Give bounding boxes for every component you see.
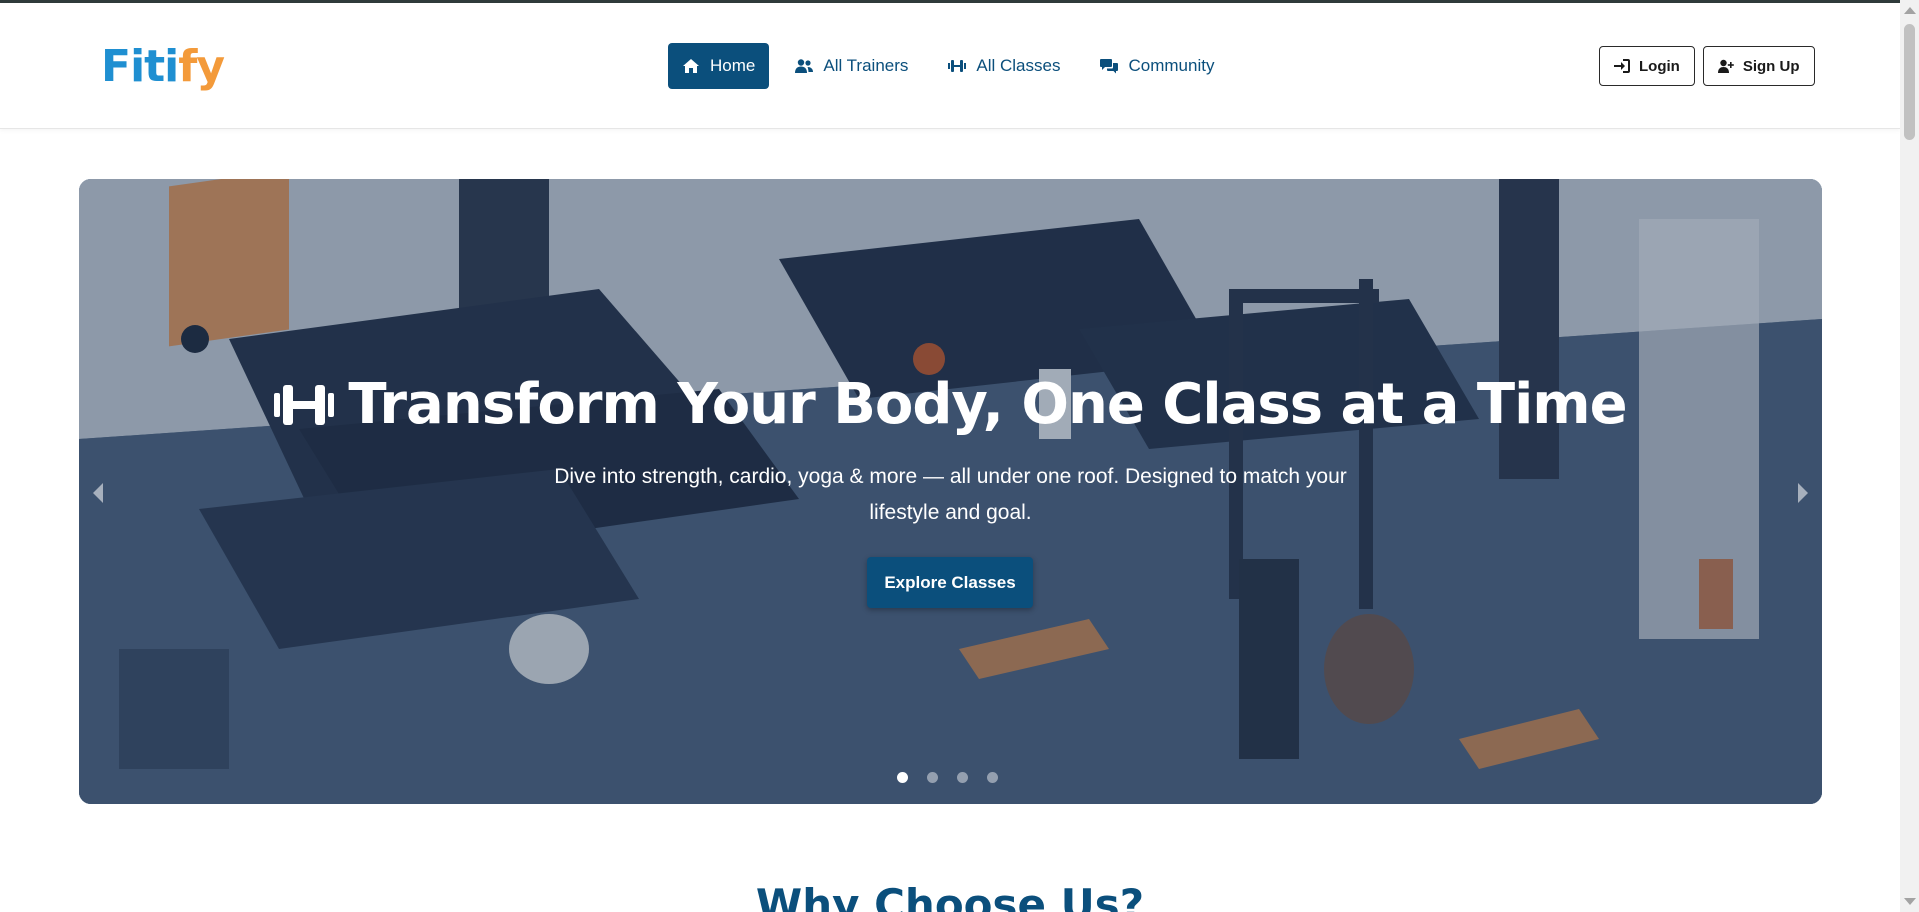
user-plus-icon: [1717, 59, 1734, 73]
scroll-thumb[interactable]: [1904, 24, 1915, 140]
nav-item-community[interactable]: Community: [1086, 43, 1228, 89]
nav-item-home[interactable]: Home: [668, 43, 770, 89]
hero-carousel: Transform Your Body, One Class at a Time…: [79, 179, 1822, 804]
scroll-up-arrow[interactable]: [1904, 7, 1916, 14]
scroll-down-arrow[interactable]: [1904, 898, 1916, 905]
users-icon: [795, 59, 814, 73]
page-scrollbar[interactable]: [1900, 0, 1919, 912]
login-button[interactable]: Login: [1599, 46, 1695, 86]
hero-title: Transform Your Body, One Class at a Time: [79, 372, 1822, 437]
main-nav: Home All Trainers All Classes Community: [668, 43, 1240, 89]
auth-buttons: Login Sign Up: [1599, 46, 1823, 86]
explore-classes-button[interactable]: Explore Classes: [867, 557, 1033, 608]
signup-button[interactable]: Sign Up: [1702, 46, 1815, 86]
carousel-dot-2[interactable]: [927, 772, 938, 783]
carousel-prev-arrow[interactable]: [93, 483, 103, 503]
logo-text: Fitify: [101, 41, 225, 92]
sign-in-icon: [1614, 59, 1630, 73]
dumbbell-icon: [948, 60, 967, 72]
hero-title-text: Transform Your Body, One Class at a Time: [348, 372, 1627, 437]
login-label: Login: [1639, 57, 1680, 75]
signup-label: Sign Up: [1742, 57, 1800, 75]
carousel-dot-4[interactable]: [987, 772, 998, 783]
nav-item-label: Home: [710, 56, 756, 75]
carousel-dot-3[interactable]: [957, 772, 968, 783]
nav-item-all-trainers[interactable]: All Trainers: [781, 43, 922, 89]
nav-item-label: Community: [1128, 56, 1215, 75]
nav-item-all-classes[interactable]: All Classes: [934, 43, 1074, 89]
fitify-logo[interactable]: Fitify: [101, 39, 225, 95]
why-choose-us-heading: Why Choose Us?: [755, 880, 1145, 912]
comments-icon: [1100, 59, 1119, 74]
carousel-indicators: [897, 772, 1017, 783]
carousel-next-arrow[interactable]: [1798, 483, 1808, 503]
hero-subtitle: Dive into strength, cardio, yoga & more …: [554, 465, 1347, 524]
nav-item-label: All Classes: [976, 56, 1061, 75]
site-header: Fitify Home All Trainers All Classes Com…: [0, 3, 1900, 129]
dumbbell-icon: [274, 384, 335, 425]
nav-item-label: All Trainers: [823, 56, 909, 75]
home-icon: [683, 59, 699, 73]
carousel-dot-1[interactable]: [897, 772, 908, 783]
